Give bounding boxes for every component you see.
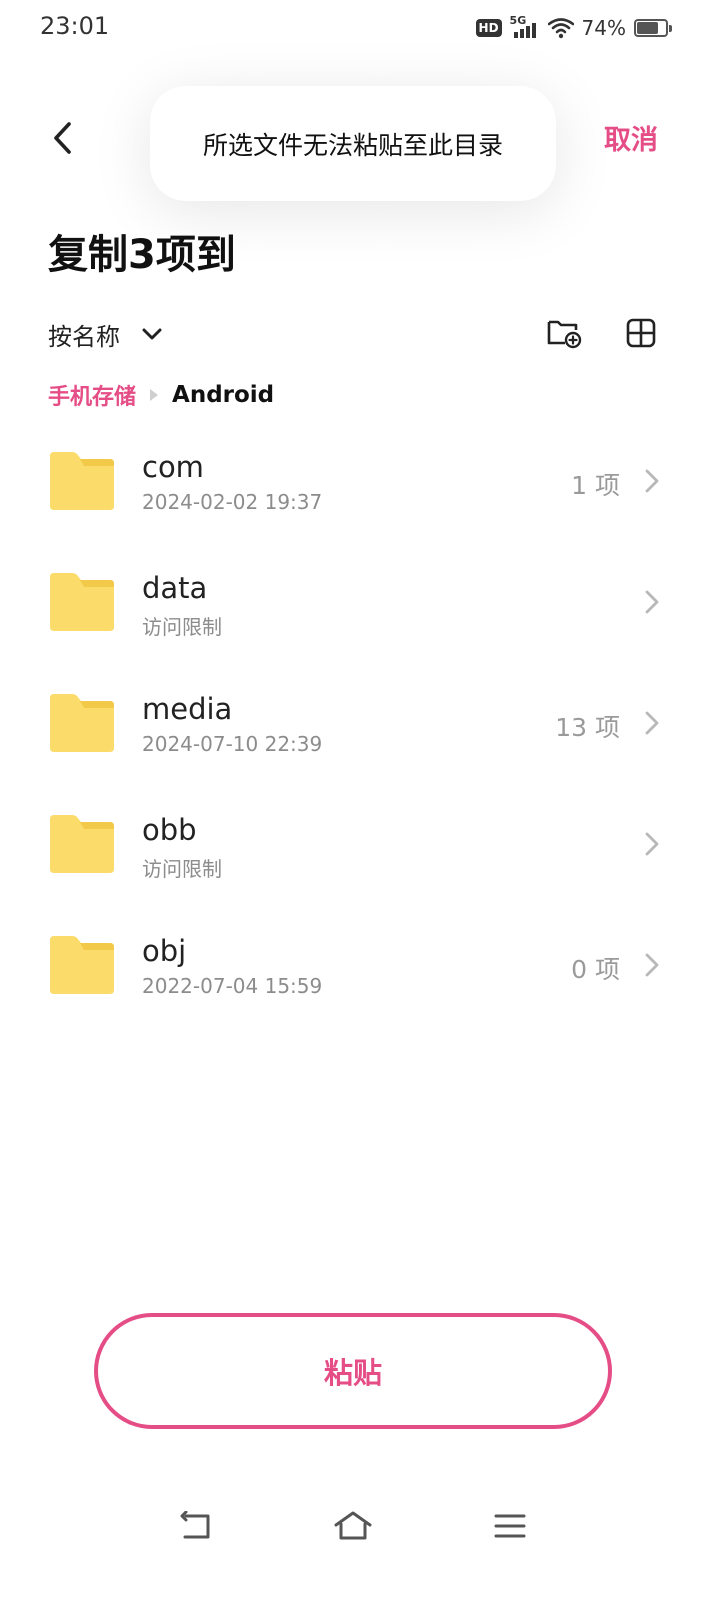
wifi-icon [547, 18, 574, 39]
breadcrumb-separator-icon [150, 389, 159, 401]
signal-icon: 5G [510, 14, 540, 40]
list-item[interactable]: obj 2022-07-04 15:59 0 项 [0, 906, 720, 1027]
item-count: 13 项 [555, 713, 620, 742]
folder-icon [50, 936, 114, 994]
file-list: com 2024-02-02 19:37 1 项 data 访问限制 media 2024-… [0, 422, 720, 1027]
new-folder-icon [547, 320, 582, 349]
nav-home-icon [334, 1511, 372, 1540]
navigation-bar [0, 1488, 720, 1564]
folder-icon [50, 452, 114, 510]
item-name: obb [142, 813, 197, 847]
nav-home-button[interactable] [331, 1506, 375, 1546]
item-name: com [142, 450, 204, 484]
list-item[interactable]: com 2024-02-02 19:37 1 项 [0, 422, 720, 543]
paste-label: 粘贴 [323, 1356, 382, 1390]
item-subtitle: 访问限制 [142, 615, 222, 639]
sort-dropdown[interactable]: 按名称 [48, 314, 162, 354]
item-count: 0 项 [571, 955, 620, 984]
nav-back-icon [180, 1511, 210, 1539]
item-name: obj [142, 934, 187, 968]
folder-icon [50, 573, 114, 631]
nav-menu-button[interactable] [488, 1506, 532, 1546]
list-item[interactable]: media 2024-07-10 22:39 13 项 [0, 664, 720, 785]
new-folder-button[interactable] [546, 316, 582, 350]
sort-label: 按名称 [48, 322, 120, 351]
chevron-left-icon [54, 122, 71, 154]
battery-percent: 74% [581, 16, 626, 40]
nav-menu-icon [494, 1514, 526, 1538]
folder-icon [50, 815, 114, 873]
grid-view-button[interactable] [626, 318, 656, 348]
folder-icon [50, 694, 114, 752]
breadcrumb: 手机存储 Android [48, 378, 274, 412]
file-picker-screen: 23:01 HD 5G 74% 取消 复制3项到 按名称 手机存储 Androi… [0, 0, 720, 1600]
chevron-right-icon [645, 590, 659, 614]
cancel-button[interactable]: 取消 [604, 118, 658, 157]
status-bar: 23:01 HD 5G 74% [0, 0, 720, 56]
list-item[interactable]: obb 访问限制 [0, 785, 720, 906]
item-subtitle: 2022-07-04 15:59 [142, 974, 323, 998]
hd-badge: HD [475, 19, 502, 37]
list-item[interactable]: data 访问限制 [0, 543, 720, 664]
toast-message: 所选文件无法粘贴至此目录 [150, 86, 556, 201]
status-icons: HD 5G 74% [475, 14, 672, 42]
page-title: 复制3项到 [48, 232, 236, 278]
chevron-down-icon [142, 328, 162, 340]
paste-button[interactable]: 粘贴 [94, 1313, 612, 1429]
chevron-right-icon [645, 832, 659, 856]
item-subtitle: 2024-02-02 19:37 [142, 490, 323, 514]
status-time: 23:01 [40, 12, 110, 40]
item-name: media [142, 692, 233, 726]
battery-icon [634, 19, 672, 37]
breadcrumb-root[interactable]: 手机存储 [48, 379, 136, 411]
grid-view-icon [626, 318, 656, 348]
nav-back-button[interactable] [174, 1506, 218, 1546]
item-subtitle: 2024-07-10 22:39 [142, 732, 323, 756]
item-count: 1 项 [571, 471, 620, 500]
signal-bars [513, 23, 536, 38]
back-button[interactable] [40, 110, 84, 166]
item-name: data [142, 571, 208, 605]
breadcrumb-current: Android [172, 382, 275, 408]
chevron-right-icon [645, 953, 659, 977]
chevron-right-icon [645, 469, 659, 493]
chevron-right-icon [645, 711, 659, 735]
item-subtitle: 访问限制 [142, 857, 222, 881]
